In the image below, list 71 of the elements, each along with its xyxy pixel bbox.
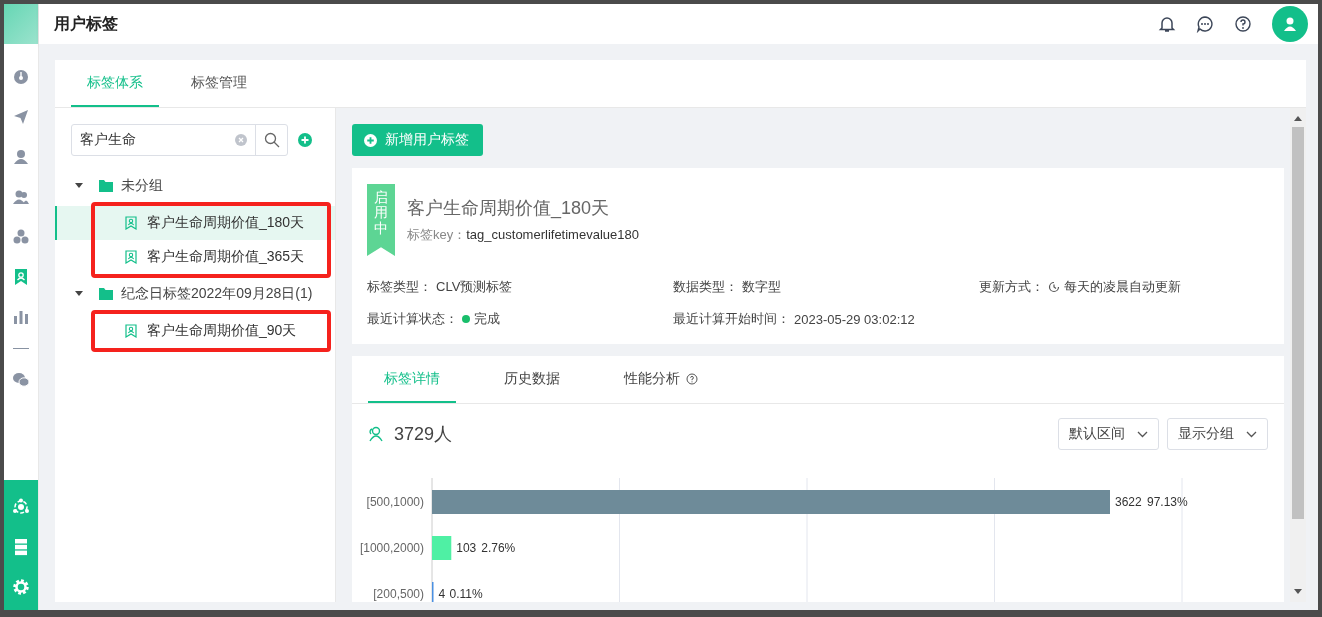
scrollbar-thumb[interactable] xyxy=(1292,127,1304,519)
percent-label: 2.76% xyxy=(481,541,516,555)
chevron-down-icon xyxy=(1137,430,1148,438)
dashboard-icon[interactable] xyxy=(12,68,30,86)
axis-label: [500,1000) xyxy=(366,495,424,509)
page-title: 用户标签 xyxy=(54,13,119,34)
user-avatar[interactable] xyxy=(1272,6,1308,42)
folder-icon xyxy=(99,288,113,300)
tag-name: 客户生命周期价值_180天 xyxy=(407,197,611,220)
key-value: tag_customerlifetimevalue180 xyxy=(466,227,639,242)
network-icon[interactable] xyxy=(12,498,30,516)
clock-icon xyxy=(1048,281,1060,293)
axis-label: [200,500) xyxy=(373,587,424,601)
logo-block xyxy=(4,4,38,44)
caret-icon[interactable] xyxy=(75,183,83,189)
value-label: 3622 xyxy=(1115,495,1142,509)
tag-icon[interactable] xyxy=(12,268,30,286)
people-count: 3729人 xyxy=(394,423,454,446)
search-field[interactable]: 客户生命 xyxy=(71,124,288,156)
tag-item[interactable]: 客户生命周期价值_180天 xyxy=(55,206,335,240)
field-label: 更新方式： xyxy=(979,278,1044,296)
bar xyxy=(432,536,452,560)
axis-label: [1000,2000) xyxy=(359,541,424,555)
tab[interactable]: 历史数据 xyxy=(488,356,576,403)
user-icon[interactable] xyxy=(12,148,30,166)
tab[interactable]: 性能分析 xyxy=(608,356,714,403)
field-label: 数据类型： xyxy=(673,278,738,296)
field-value: 2023-05-29 03:02:12 xyxy=(794,311,915,327)
field-value: CLV预测标签 xyxy=(436,278,513,296)
tag-item[interactable]: 客户生命周期价值_365天 xyxy=(55,240,335,274)
add-icon[interactable] xyxy=(298,133,312,147)
settings-icon[interactable] xyxy=(12,578,30,596)
help-icon[interactable] xyxy=(686,372,698,385)
bell-icon[interactable] xyxy=(1158,15,1176,33)
users-icon[interactable] xyxy=(12,188,30,206)
search-icon xyxy=(263,132,280,148)
chat-icon[interactable] xyxy=(1196,15,1214,33)
key-label: 标签key： xyxy=(407,227,467,242)
value-label: 103 xyxy=(456,541,477,555)
dropdown[interactable]: 显示分组 xyxy=(1167,418,1268,450)
scroll-down-icon[interactable] xyxy=(1294,589,1302,594)
tag-item[interactable]: 客户生命周期价值_90天 xyxy=(55,314,335,348)
percent-label: 97.13% xyxy=(1147,495,1188,509)
percent-label: 0.11% xyxy=(449,587,483,601)
clear-icon[interactable] xyxy=(235,134,247,146)
send-icon[interactable] xyxy=(12,108,30,126)
field-label: 标签类型： xyxy=(367,278,432,296)
tag-icon xyxy=(125,250,137,264)
plus-circle-icon xyxy=(364,133,377,147)
group-label[interactable]: 未分组 xyxy=(121,177,163,195)
chevron-down-icon xyxy=(1246,430,1257,438)
dropdown[interactable]: 默认区间 xyxy=(1058,418,1159,450)
group-icon[interactable] xyxy=(12,228,30,246)
field-label: 最近计算开始时间： xyxy=(673,310,790,328)
search-input[interactable]: 客户生命 xyxy=(72,131,235,149)
group-label[interactable]: 纪念日标签2022年09月28日(1) xyxy=(121,285,313,303)
field-value: 完成 xyxy=(474,310,500,328)
tag-icon xyxy=(125,324,137,338)
tag-icon xyxy=(125,216,137,230)
status-ribbon: 启用中 xyxy=(367,184,395,256)
chart-icon[interactable] xyxy=(12,308,30,326)
field-label: 最近计算状态： xyxy=(367,310,458,328)
help-icon[interactable] xyxy=(1234,15,1252,33)
caret-icon[interactable] xyxy=(75,291,83,297)
field-value: 数字型 xyxy=(742,278,781,296)
value-label: 4 xyxy=(438,587,446,601)
tab[interactable]: 标签管理 xyxy=(175,60,263,107)
field-value: 每天的凌晨自动更新 xyxy=(1064,278,1181,296)
scroll-up-icon[interactable] xyxy=(1294,116,1302,121)
server-icon[interactable] xyxy=(12,538,30,556)
folder-icon xyxy=(99,180,113,192)
